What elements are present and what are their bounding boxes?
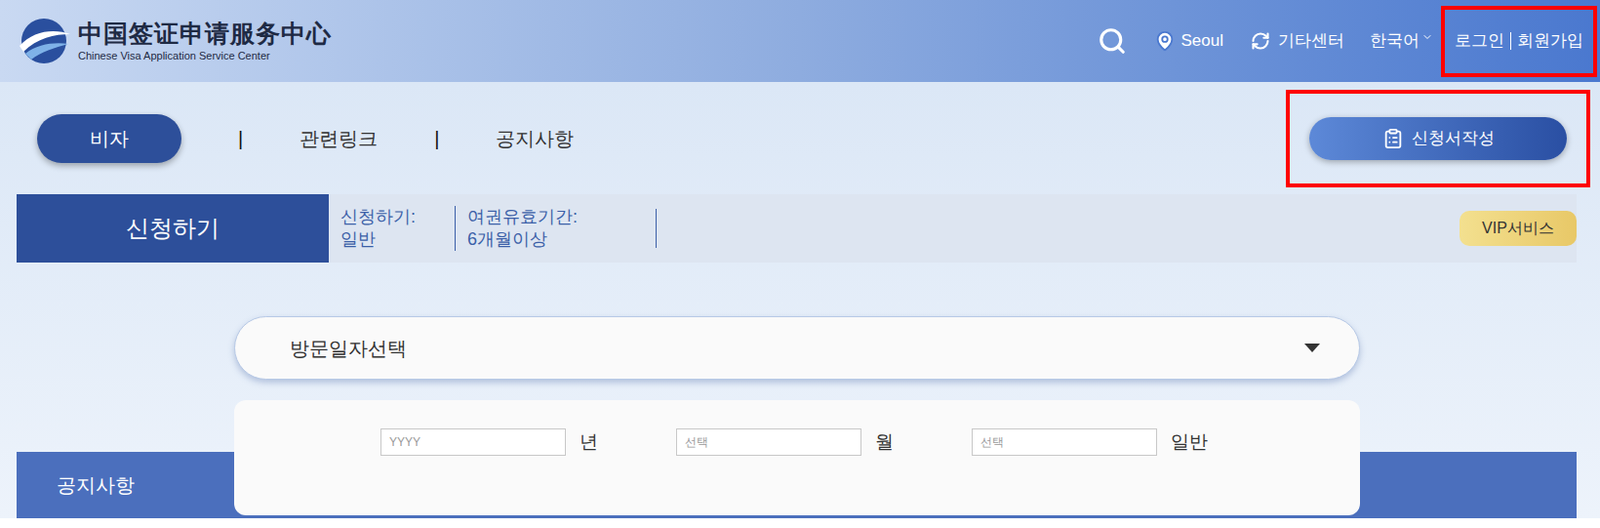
refresh-icon xyxy=(1250,31,1271,51)
date-dropdown[interactable]: 방문일자선택 xyxy=(234,316,1360,380)
date-field: 일반 xyxy=(971,428,1268,457)
date-panel: 년 월 일반 xyxy=(234,400,1360,516)
language-select[interactable]: 한국어 xyxy=(1369,28,1434,54)
date-field: 월 xyxy=(676,428,972,457)
signup-link[interactable]: 회원가입 xyxy=(1511,32,1584,50)
pin-icon xyxy=(1154,30,1176,52)
logo-icon xyxy=(15,16,73,66)
date-field: 년 xyxy=(380,428,677,457)
logo[interactable]: 中国签证申请服务中心Chinese Visa Application Servi… xyxy=(0,16,332,66)
logo-subtitle: Chinese Visa Application Service Center xyxy=(78,48,332,63)
banner: 신청하기신청하기:일반여권유효기간:6개월이상 VIP서비스 xyxy=(16,194,1577,263)
nav-separator: | xyxy=(377,123,496,154)
nav-tab[interactable]: 비자 xyxy=(37,114,182,163)
banner-field: 신청하기:일반 xyxy=(328,205,455,251)
nav-row: 비자|관련링크|공지사항신청서작성 xyxy=(0,81,1600,195)
nav-tab[interactable]: 공지사항 xyxy=(495,123,574,154)
date-input[interactable] xyxy=(971,428,1158,456)
header: 中国签证申请服务中心Chinese Visa Application Servi… xyxy=(0,0,1600,82)
vip-button[interactable]: VIP서비스 xyxy=(1459,210,1577,246)
auth-links: 로그인회원가입 xyxy=(1440,5,1598,78)
nav-tab[interactable]: 관련링크 xyxy=(299,123,378,154)
date-unit: 월 xyxy=(875,428,972,457)
nav-separator: | xyxy=(181,123,300,154)
page: 中国签证申请服务中心Chinese Visa Application Servi… xyxy=(0,0,1600,528)
nav-tabs: 비자|관련링크|공지사항 xyxy=(37,114,574,163)
other-center[interactable]: 기타센터 xyxy=(1250,28,1345,54)
banner-title: 신청하기 xyxy=(16,194,329,263)
logo-title: 中国签证申请服务中心 xyxy=(78,19,332,49)
date-unit: 일반 xyxy=(1170,428,1268,457)
date-unit: 년 xyxy=(579,428,677,457)
date-input[interactable] xyxy=(676,428,862,456)
caret-icon xyxy=(1304,343,1320,353)
banner-field: 여권유효기간:6개월이상 xyxy=(454,205,617,251)
content: 비자|관련링크|공지사항신청서작성신청하기신청하기:일반여권유효기간:6개월이상… xyxy=(0,81,1600,519)
search-icon[interactable] xyxy=(1097,26,1127,56)
banner-divider xyxy=(655,208,657,248)
header-actions: Seoul기타센터한국어로그인회원가입 xyxy=(1097,0,1600,82)
apply-button[interactable]: 신청서작성 xyxy=(1309,117,1567,160)
chevron-down-icon xyxy=(1421,31,1434,43)
date-area: 방문일자선택공지사항년월일반 xyxy=(0,262,1600,519)
location[interactable]: Seoul xyxy=(1154,28,1224,54)
login-link[interactable]: 로그인 xyxy=(1454,32,1512,50)
form-icon xyxy=(1382,127,1404,150)
apply-highlight: 신청서작성 xyxy=(1285,89,1591,188)
date-input[interactable] xyxy=(380,428,566,456)
